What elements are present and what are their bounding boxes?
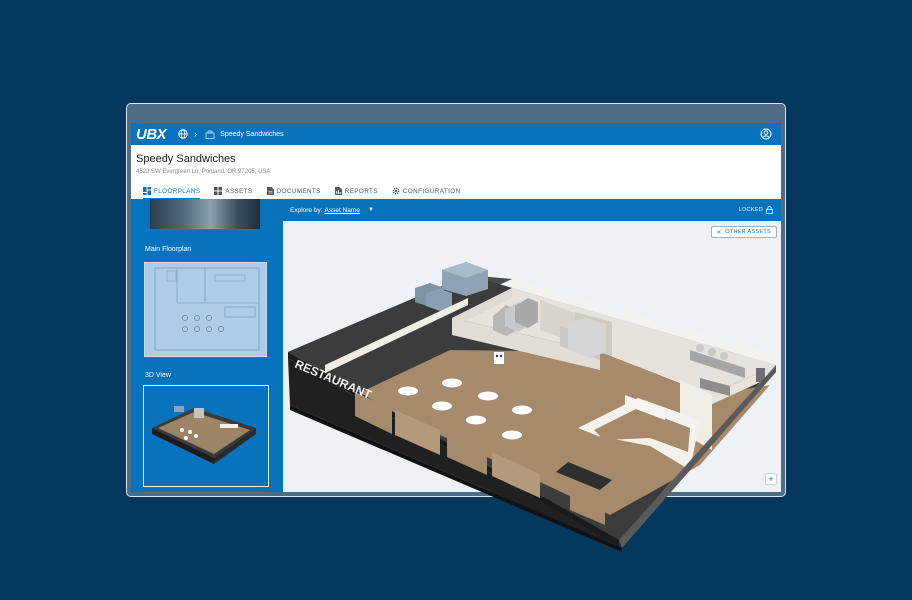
zoom-in-button[interactable]: +: [765, 473, 777, 485]
floorplan-sidebar: Main Floorplan 3D View: [131, 199, 283, 492]
other-assets-button[interactable]: « OTHER ASSETS: [711, 226, 777, 238]
gear-icon: [392, 187, 400, 195]
tab-label: CONFIGURATION: [402, 187, 461, 195]
tab-bar: FLOORPLANS ASSETS DOCUMENTS REPORTS CONF…: [143, 183, 474, 199]
report-icon: [334, 187, 342, 195]
tab-label: DOCUMENTS: [276, 187, 321, 195]
tab-configuration[interactable]: CONFIGURATION: [392, 183, 461, 199]
grid-icon: [143, 187, 151, 195]
ubx-logo[interactable]: UBX: [136, 126, 167, 143]
tab-documents[interactable]: DOCUMENTS: [266, 183, 321, 199]
double-chevron-left-icon: «: [717, 228, 722, 236]
view3d-label: 3D View: [145, 372, 171, 379]
page-title: Speedy Sandwiches: [136, 153, 236, 165]
account-icon[interactable]: [760, 128, 772, 140]
app-window: UBX › Speedy Sandwiches Speedy Sandwiche…: [131, 123, 781, 492]
lock-icon[interactable]: [766, 206, 773, 214]
tab-reports[interactable]: REPORTS: [334, 183, 378, 199]
view3d-drawing: [152, 406, 256, 464]
chevron-right-icon: ›: [194, 129, 198, 139]
photo-thumbnail[interactable]: [150, 199, 260, 229]
breadcrumb-site[interactable]: Speedy Sandwiches: [220, 131, 283, 138]
building-icon: [205, 130, 215, 139]
lock-status[interactable]: LOCKED: [739, 207, 763, 213]
tab-label: ASSETS: [225, 187, 253, 195]
globe-icon[interactable]: [178, 129, 188, 139]
floorplan-thumbnail[interactable]: [144, 262, 267, 357]
tab-assets[interactable]: ASSETS: [214, 183, 252, 199]
cubes-icon: [214, 187, 223, 195]
document-icon: [266, 187, 274, 195]
tab-label: FLOORPLANS: [154, 187, 201, 195]
top-bar: UBX › Speedy Sandwiches: [131, 123, 781, 145]
floorplan-label: Main Floorplan: [145, 246, 192, 253]
floorplan-drawing: [154, 267, 260, 351]
caret-down-icon[interactable]: ▼: [368, 207, 374, 213]
other-assets-label: OTHER ASSETS: [725, 229, 771, 235]
site-header: Speedy Sandwiches 4523 SW Evergreen Ln, …: [131, 145, 781, 199]
tab-label: REPORTS: [344, 187, 378, 195]
viewer-pane: Explore by: Asset Name ▼ LOCKED « OTHER …: [283, 199, 781, 492]
view3d-thumbnail[interactable]: [143, 385, 269, 487]
viewer-toolbar: Explore by: Asset Name ▼ LOCKED: [283, 199, 781, 221]
explore-select[interactable]: Asset Name: [325, 207, 360, 214]
site-address: 4523 SW Evergreen Ln, Portland, OR 97205…: [136, 169, 271, 175]
explore-label: Explore by:: [290, 206, 323, 214]
tab-floorplans[interactable]: FLOORPLANS: [143, 183, 201, 199]
